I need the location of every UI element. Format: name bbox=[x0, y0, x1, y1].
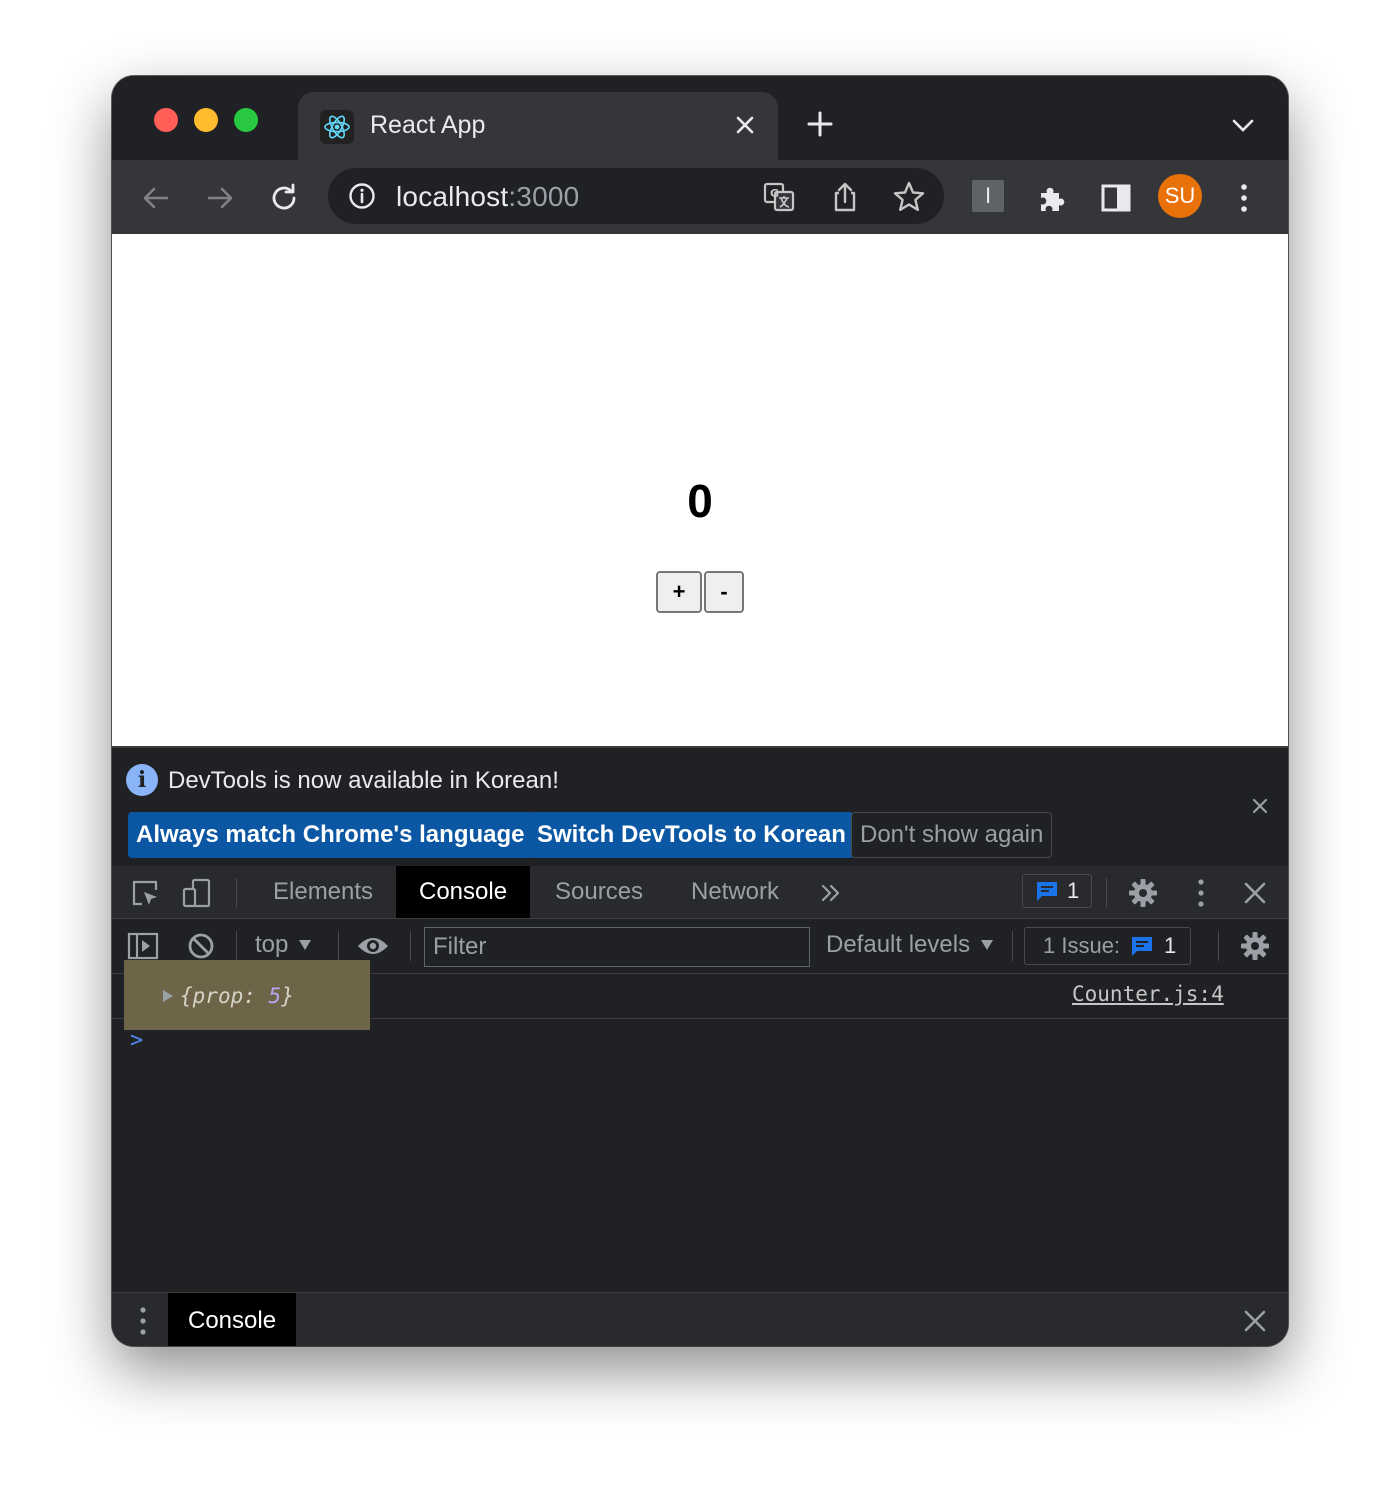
expand-triangle-icon[interactable] bbox=[162, 989, 174, 1003]
new-tab-icon[interactable] bbox=[804, 108, 836, 140]
react-logo-icon bbox=[320, 110, 354, 144]
browser-toolbar: localhost:3000 G I SU bbox=[112, 160, 1288, 234]
message-bubble-icon bbox=[1035, 879, 1059, 903]
toolbar-separator bbox=[236, 931, 237, 961]
context-label: top bbox=[255, 931, 289, 958]
issues-count: 1 bbox=[1164, 933, 1177, 958]
tab-console[interactable]: Console bbox=[396, 866, 531, 918]
infobar-message: DevTools is now available in Korean! bbox=[168, 767, 559, 794]
levels-label: Default levels bbox=[826, 931, 971, 958]
info-circle-icon: i bbox=[126, 764, 158, 796]
share-icon[interactable] bbox=[828, 180, 862, 214]
minimize-window-button[interactable] bbox=[194, 108, 218, 132]
dropdown-triangle-icon bbox=[980, 939, 994, 951]
browser-window: React App localhost:3000 G I SU 0 + - i … bbox=[112, 76, 1288, 1346]
url-host: localhost bbox=[396, 181, 509, 212]
extension-i-icon[interactable]: I bbox=[972, 180, 1004, 212]
info-icon[interactable] bbox=[348, 182, 376, 210]
tab-network[interactable]: Network bbox=[668, 866, 802, 918]
console-prompt[interactable]: > bbox=[130, 1028, 143, 1053]
dont-show-again-button[interactable]: Don't show again bbox=[851, 812, 1053, 858]
zoom-window-button[interactable] bbox=[234, 108, 258, 132]
device-toolbar-icon[interactable] bbox=[180, 876, 214, 910]
log-open-brace: { bbox=[180, 984, 193, 1008]
url-text: localhost:3000 bbox=[396, 181, 579, 213]
console-filter-input[interactable] bbox=[424, 927, 810, 967]
log-source-link[interactable]: Counter.js:4 bbox=[1072, 982, 1224, 1006]
message-bubble-icon bbox=[1130, 934, 1154, 958]
issues-label: 1 Issue: bbox=[1043, 933, 1121, 958]
page-content: 0 + - bbox=[112, 234, 1288, 746]
tab-sources[interactable]: Sources bbox=[532, 866, 666, 918]
toolbar-separator bbox=[1012, 931, 1013, 961]
devtools-tabbar: Elements Console Sources Network 1 bbox=[112, 866, 1288, 919]
forward-icon[interactable] bbox=[200, 178, 240, 218]
tab-elements[interactable]: Elements bbox=[250, 866, 396, 918]
log-value: 5 bbox=[268, 984, 282, 1008]
toolbar-separator bbox=[1218, 931, 1219, 961]
counter-value: 0 bbox=[687, 475, 713, 527]
settings-gear-icon[interactable] bbox=[1126, 876, 1160, 910]
inspect-element-icon[interactable] bbox=[128, 876, 162, 910]
log-close-brace: } bbox=[281, 984, 294, 1008]
issues-badge[interactable]: 1 bbox=[1022, 874, 1093, 908]
devtools-drawer: Console bbox=[112, 1292, 1288, 1346]
context-selector[interactable]: top bbox=[255, 931, 312, 959]
devtools-menu-icon[interactable] bbox=[1184, 876, 1218, 910]
toolbar-separator bbox=[410, 931, 411, 961]
translate-icon[interactable]: G bbox=[762, 180, 796, 214]
extensions-puzzle-icon[interactable] bbox=[1032, 178, 1072, 218]
issues-badge-count: 1 bbox=[1067, 878, 1080, 903]
show-sidebar-icon[interactable] bbox=[126, 929, 160, 963]
close-devtools-icon[interactable] bbox=[1238, 876, 1272, 910]
infobar-close-icon[interactable] bbox=[1248, 794, 1272, 818]
console-settings-gear-icon[interactable] bbox=[1238, 929, 1272, 963]
counter-buttons: + - bbox=[656, 571, 744, 613]
svg-text:G: G bbox=[770, 187, 779, 200]
drawer-menu-icon[interactable] bbox=[126, 1304, 160, 1338]
decrement-button[interactable]: - bbox=[704, 571, 744, 613]
tab-react-app[interactable]: React App bbox=[298, 92, 778, 160]
close-window-button[interactable] bbox=[154, 108, 178, 132]
toolbar-separator bbox=[236, 878, 237, 908]
more-tabs-chevron-icon[interactable] bbox=[814, 876, 848, 910]
toolbar-separator bbox=[1106, 878, 1107, 908]
profile-initials: SU bbox=[1164, 183, 1196, 208]
side-panel-icon[interactable] bbox=[1096, 178, 1136, 218]
console-log-row[interactable]: {prop: 5} Counter.js:4 bbox=[112, 960, 1288, 1030]
devtools-panel: i DevTools is now available in Korean! A… bbox=[112, 746, 1288, 1346]
bookmark-star-icon[interactable] bbox=[892, 180, 926, 214]
language-infobar: i DevTools is now available in Korean! A… bbox=[112, 748, 1288, 867]
dropdown-triangle-icon bbox=[298, 939, 312, 951]
close-tab-icon[interactable] bbox=[730, 110, 760, 140]
issues-counter-button[interactable]: 1 Issue: 1 bbox=[1024, 927, 1192, 965]
log-object[interactable]: {prop: 5} bbox=[162, 984, 294, 1008]
increment-button[interactable]: + bbox=[656, 571, 702, 613]
back-icon[interactable] bbox=[136, 178, 176, 218]
tab-title: React App bbox=[370, 111, 486, 139]
drawer-tab-console[interactable]: Console bbox=[168, 1293, 297, 1346]
url-port: :3000 bbox=[508, 181, 580, 212]
extension-letter: I bbox=[984, 183, 992, 208]
toolbar-separator bbox=[338, 931, 339, 961]
reload-icon[interactable] bbox=[264, 178, 304, 218]
switch-to-korean-button[interactable]: Switch DevTools to Korean bbox=[529, 812, 854, 858]
log-levels-dropdown[interactable]: Default levels bbox=[826, 931, 994, 959]
close-drawer-icon[interactable] bbox=[1238, 1304, 1272, 1338]
chevron-down-icon[interactable] bbox=[1228, 114, 1258, 138]
log-key: prop: bbox=[192, 984, 256, 1008]
clear-console-icon[interactable] bbox=[184, 929, 218, 963]
address-bar[interactable]: localhost:3000 G bbox=[328, 168, 944, 224]
kebab-menu-icon[interactable] bbox=[1224, 178, 1264, 218]
tab-strip: React App bbox=[112, 76, 1288, 160]
profile-avatar[interactable]: SU bbox=[1158, 174, 1202, 218]
live-expression-eye-icon[interactable] bbox=[356, 929, 390, 963]
match-chrome-language-button[interactable]: Always match Chrome's language bbox=[128, 812, 533, 858]
